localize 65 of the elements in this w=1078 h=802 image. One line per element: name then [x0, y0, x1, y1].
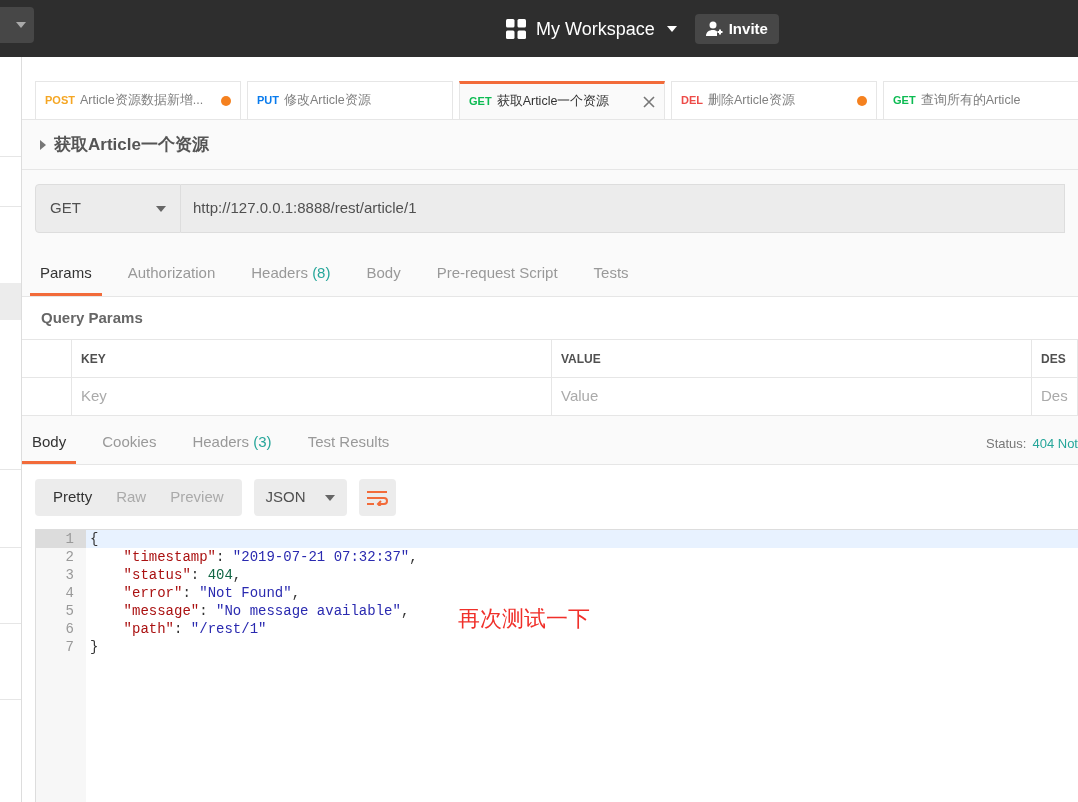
line-number: 1: [36, 530, 86, 548]
tab[interactable]: Body: [356, 254, 411, 296]
status-label: Status:: [986, 435, 1027, 454]
annotation-text: 再次测试一下: [458, 610, 590, 628]
tab[interactable]: Tests: [583, 254, 639, 296]
column-header: VALUE: [552, 340, 1032, 377]
tab[interactable]: Authorization: [117, 254, 226, 296]
workspace-dropdown[interactable]: My Workspace: [536, 15, 677, 43]
close-icon: [643, 95, 655, 108]
method-label: POST: [45, 93, 75, 109]
request-tab[interactable]: GET 查询所有的Article: [883, 81, 1078, 119]
section-title: Query Params: [41, 307, 143, 328]
caret-icon: [324, 494, 335, 501]
code-line: 4 "error": "Not Found",: [36, 584, 301, 602]
request-title: 获取Article一个资源: [54, 133, 209, 156]
line-number: 3: [64, 566, 75, 584]
code-line: 5 "message": "No message available",: [36, 602, 410, 620]
line-number: 2: [64, 548, 75, 566]
caret-icon: [666, 26, 677, 32]
request-tab[interactable]: POST Article资源数据新增...: [35, 81, 241, 119]
tab-title: 获取Article一个资源: [496, 93, 610, 111]
tab-title: 删除Article资源: [708, 92, 795, 110]
code-line: 2 "timestamp": "2019-07-21 07:32:37",: [36, 548, 418, 566]
line-number: 7: [64, 638, 75, 656]
dropdown-button[interactable]: [0, 7, 34, 43]
grid-icon: [506, 19, 526, 39]
tab[interactable]: Test Results: [297, 424, 400, 464]
format-select[interactable]: JSON: [253, 479, 347, 516]
tab[interactable]: Cookies: [92, 424, 167, 464]
code-editor[interactable]: 1 { 2 "timestamp": "2019-07-21 07:32:37", 3 "status": 404, 4 "error": "Not Found", 5 "message": "No message available", 6 "path": "/rest/1" 7 } 再次测试一下: [35, 529, 1078, 802]
tab[interactable]: Pre-request Script: [426, 254, 568, 296]
status-value: 404 Not: [1032, 435, 1078, 454]
tab-title: Article资源数据新增...: [79, 92, 204, 110]
expand-icon: [40, 139, 46, 150]
view-mode-option[interactable]: Pretty: [41, 479, 105, 516]
request-tab[interactable]: PUT 修改Article资源: [247, 81, 453, 119]
url-field[interactable]: http://127.0.0.1:8888/rest/article/1: [181, 184, 1065, 233]
request-tab[interactable]: GET 获取Article一个资源: [459, 81, 665, 119]
line-number: 6: [64, 620, 75, 638]
table-cell[interactable]: Value: [552, 378, 1032, 415]
tab-title: 修改Article资源: [284, 92, 371, 110]
add-user-icon: [705, 20, 723, 38]
line-number: 5: [64, 602, 75, 620]
column-header: KEY: [72, 340, 552, 377]
tab[interactable]: Headers (3): [182, 424, 282, 464]
tab[interactable]: Headers (8): [241, 254, 341, 296]
code-line: 6 "path": "/rest/1": [36, 620, 267, 638]
request-tab[interactable]: DEL 删除Article资源: [671, 81, 877, 119]
line-number: 4: [64, 584, 75, 602]
table-cell[interactable]: Des: [1032, 378, 1078, 415]
caret-icon: [156, 205, 166, 212]
code-line: 7 }: [36, 638, 99, 656]
column-header: DES: [1032, 340, 1078, 377]
tab-title: 查询所有的Article: [920, 92, 1021, 110]
table-cell[interactable]: Key: [72, 378, 552, 415]
code-line: 3 "status": 404,: [36, 566, 242, 584]
method-label: GET: [893, 93, 916, 109]
method-label: GET: [469, 94, 492, 110]
invite-button[interactable]: Invite: [694, 14, 779, 44]
method-label: PUT: [257, 93, 279, 109]
wrap-lines-icon: [366, 489, 389, 506]
method-select[interactable]: GET: [35, 184, 181, 233]
caret-icon: [16, 22, 26, 28]
method-label: DEL: [681, 93, 703, 109]
wrap-button[interactable]: [358, 479, 396, 516]
